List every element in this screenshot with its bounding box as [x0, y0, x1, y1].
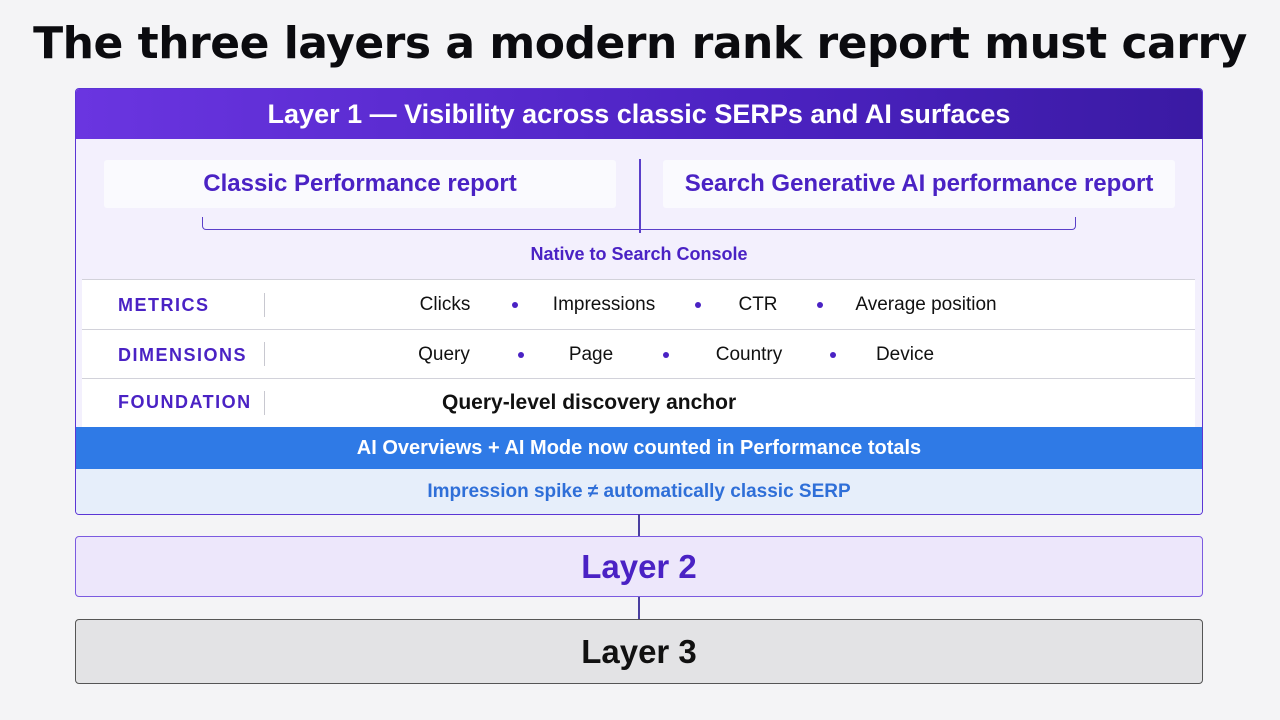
- metric-impressions: Impressions: [552, 294, 656, 315]
- classic-performance-report-box: Classic Performance report: [104, 160, 616, 208]
- dimension-page: Page: [568, 344, 614, 365]
- dimension-query: Query: [418, 344, 470, 365]
- dimension-country: Country: [715, 344, 783, 365]
- impression-spike-note: Impression spike ≠ automatically classic…: [76, 469, 1202, 514]
- sources-bracket: [202, 217, 1076, 230]
- bullet-dot: [817, 302, 823, 308]
- page-title: The three layers a modern rank report mu…: [33, 18, 1247, 69]
- bullet-dot: [830, 352, 836, 358]
- dimensions-separator: [264, 342, 265, 366]
- layer-3-panel: Layer 3: [75, 619, 1203, 684]
- bullet-dot: [663, 352, 669, 358]
- metric-average-position: Average position: [855, 294, 997, 315]
- connector-layer2-layer3: [638, 597, 640, 619]
- dimension-device: Device: [875, 344, 935, 365]
- metric-clicks: Clicks: [419, 294, 471, 315]
- foundation-row: FOUNDATION Query-level discovery anchor: [82, 378, 1195, 428]
- dimensions-label: DIMENSIONS: [118, 345, 248, 365]
- foundation-value: Query-level discovery anchor: [442, 391, 737, 414]
- bullet-dot: [512, 302, 518, 308]
- layer-1-header: Layer 1 — Visibility across classic SERP…: [76, 89, 1202, 139]
- bullet-dot: [695, 302, 701, 308]
- layer-2-panel: Layer 2: [75, 536, 1203, 597]
- metrics-separator: [264, 293, 265, 317]
- metrics-row: METRICS Clicks Impressions CTR Average p…: [82, 279, 1195, 330]
- layer-1-rows: METRICS Clicks Impressions CTR Average p…: [82, 279, 1195, 427]
- metric-ctr: CTR: [738, 294, 778, 315]
- dimensions-row: DIMENSIONS Query Page Country Device: [82, 329, 1195, 379]
- layer-1-panel: Layer 1 — Visibility across classic SERP…: [75, 88, 1203, 515]
- bullet-dot: [518, 352, 524, 358]
- ai-overviews-bar: AI Overviews + AI Mode now counted in Pe…: [76, 427, 1202, 469]
- foundation-separator: [264, 391, 265, 415]
- connector-layer1-layer2: [638, 514, 640, 536]
- foundation-label: FOUNDATION: [118, 392, 252, 412]
- search-generative-ai-report-box: Search Generative AI performance report: [663, 160, 1175, 208]
- native-to-search-console-label: Native to Search Console: [530, 244, 748, 264]
- metrics-label: METRICS: [118, 295, 210, 315]
